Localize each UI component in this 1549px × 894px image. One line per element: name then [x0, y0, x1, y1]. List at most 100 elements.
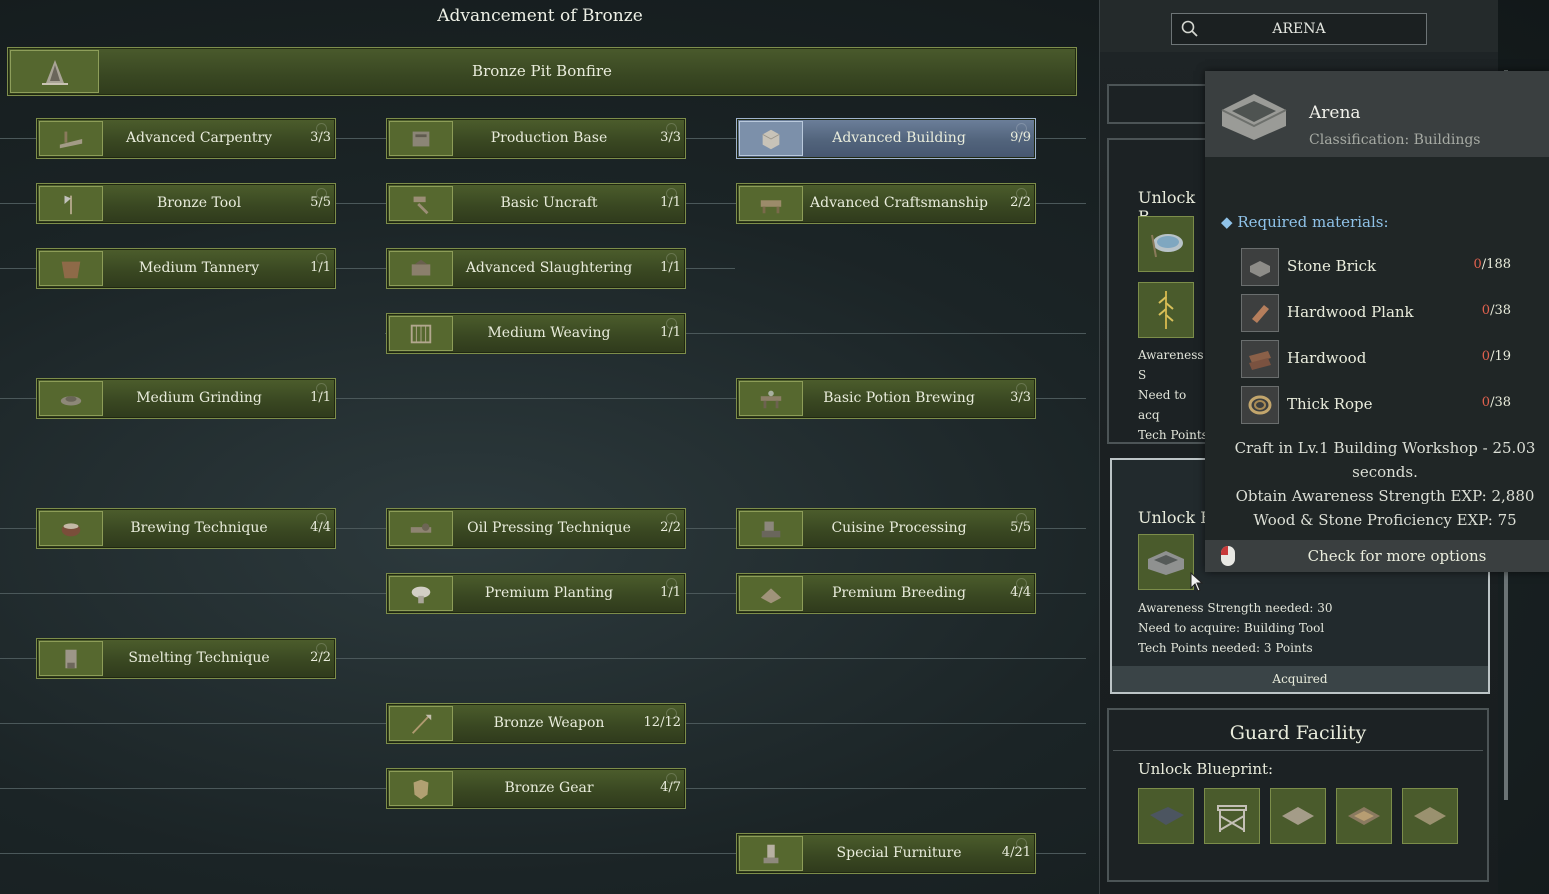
tech-node-bronze-gear[interactable]: Bronze Gear 4/7	[386, 768, 686, 809]
tech-node-label: Premium Planting	[484, 585, 614, 601]
tech-node-advanced-craftsmanship[interactable]: Advanced Craftsmanship 2/2	[736, 183, 1036, 224]
blueprint-icon[interactable]	[1336, 788, 1392, 844]
material-quantity: 0/19	[1481, 349, 1511, 364]
blueprint-icon[interactable]	[1138, 216, 1194, 272]
material-quantity: 0/38	[1481, 303, 1511, 318]
tech-node-label: Basic Potion Brewing	[823, 390, 975, 406]
tech-node-label: Advanced Building	[832, 130, 966, 146]
tech-node-label: Smelting Technique	[128, 650, 270, 666]
blueprint-icon[interactable]	[1402, 788, 1458, 844]
search-value: ARENA	[1272, 21, 1326, 37]
blueprint-icon[interactable]	[1138, 788, 1194, 844]
cuisine-icon	[739, 511, 803, 546]
tech-node-label: Oil Pressing Technique	[467, 520, 631, 536]
search-icon	[1172, 20, 1208, 38]
material-name: Thick Rope	[1287, 395, 1373, 413]
tech-node-label: Advanced Craftsmanship	[810, 195, 988, 211]
slaughter-icon	[389, 251, 453, 286]
tech-node-advanced-carpentry[interactable]: Advanced Carpentry 3/3	[36, 118, 336, 159]
tooltip-title: Arena	[1309, 103, 1361, 123]
material-row: Hardwood Plank 0/38	[1241, 293, 1521, 332]
more-options-bar[interactable]: Check for more options	[1205, 540, 1549, 572]
tech-node-count: 12/12	[643, 715, 681, 730]
tech-node-count: 9/9	[1010, 130, 1031, 145]
tech-node-count: 1/1	[660, 195, 681, 210]
loom-icon	[389, 316, 453, 351]
tech-node-premium-breeding[interactable]: Premium Breeding 4/4	[736, 573, 1036, 614]
tech-node-cuisine-processing[interactable]: Cuisine Processing 5/5	[736, 508, 1036, 549]
card-heading: Unlock B	[1138, 508, 1213, 527]
tech-node-medium-weaving[interactable]: Medium Weaving 1/1	[386, 313, 686, 354]
tech-node-count: 4/7	[660, 780, 681, 795]
bonfire-bar[interactable]: Bronze Pit Bonfire	[7, 47, 1077, 96]
tech-node-special-furniture[interactable]: Special Furniture 4/21	[736, 833, 1036, 874]
bonfire-label: Bronze Pit Bonfire	[472, 62, 612, 80]
tech-node-count: 4/21	[1001, 845, 1031, 860]
exp-line: Wood & Stone Proficiency EXP: 75	[1253, 511, 1517, 529]
tech-node-oil-pressing-technique[interactable]: Oil Pressing Technique 2/2	[386, 508, 686, 549]
tech-node-label: Medium Weaving	[487, 325, 611, 341]
rope-icon	[1241, 386, 1279, 424]
more-options-label: Check for more options	[1307, 547, 1487, 565]
material-quantity: 0/188	[1473, 257, 1511, 272]
tech-node-label: Production Base	[490, 130, 608, 146]
tech-node-count: 1/1	[660, 325, 681, 340]
tech-node-bronze-tool[interactable]: Bronze Tool 5/5	[36, 183, 336, 224]
search-input[interactable]: ARENA	[1171, 13, 1427, 45]
tech-node-advanced-slaughtering[interactable]: Advanced Slaughtering 1/1	[386, 248, 686, 289]
craft-line: seconds.	[1352, 463, 1418, 481]
tech-node-label: Special Furniture	[836, 845, 962, 861]
tech-node-count: 1/1	[660, 260, 681, 275]
tech-node-count: 4/4	[310, 520, 331, 535]
guard-facility-title: Guard Facility	[1229, 722, 1367, 744]
uncraft-icon	[389, 186, 453, 221]
result-card-guard[interactable]: Guard Facility Unlock Blueprint:	[1107, 708, 1489, 882]
tech-node-count: 2/2	[310, 650, 331, 665]
tech-node-medium-tannery[interactable]: Medium Tannery 1/1	[36, 248, 336, 289]
oil-press-icon	[389, 511, 453, 546]
tech-node-production-base[interactable]: Production Base 3/3	[386, 118, 686, 159]
tech-node-basic-potion-brewing[interactable]: Basic Potion Brewing 3/3	[736, 378, 1036, 419]
card-line: Awareness Strength needed: 30	[1138, 601, 1333, 615]
material-name: Hardwood	[1287, 349, 1367, 367]
tech-node-label: Cuisine Processing	[831, 520, 967, 536]
tech-node-label: Bronze Gear	[504, 780, 594, 796]
tech-node-count: 5/5	[310, 195, 331, 210]
tech-node-smelting-technique[interactable]: Smelting Technique 2/2	[36, 638, 336, 679]
tech-node-label: Medium Grinding	[136, 390, 262, 406]
tech-node-medium-grinding[interactable]: Medium Grinding 1/1	[36, 378, 336, 419]
spear-icon	[389, 706, 453, 741]
material-row: Hardwood 0/19	[1241, 339, 1521, 378]
arena-icon	[1213, 79, 1295, 149]
building-block-icon	[739, 121, 803, 156]
mouse-cursor-icon	[1190, 572, 1204, 592]
card-line: Need to acq	[1138, 388, 1187, 422]
tech-node-label: Advanced Slaughtering	[465, 260, 633, 276]
potion-icon	[739, 381, 803, 416]
page-title: Advancement of Bronze	[437, 6, 643, 26]
tech-node-count: 3/3	[310, 130, 331, 145]
exp-line: Obtain Awareness Strength EXP: 2,880	[1235, 487, 1535, 505]
material-name: Hardwood Plank	[1287, 303, 1414, 321]
arena-blueprint-icon[interactable]	[1138, 534, 1194, 590]
tech-node-premium-planting[interactable]: Premium Planting 1/1	[386, 573, 686, 614]
unlock-blueprint-label: Unlock Blueprint:	[1138, 760, 1274, 778]
tech-node-label: Premium Breeding	[832, 585, 966, 601]
blueprint-icon[interactable]	[1204, 788, 1260, 844]
result-card-first[interactable]: Unlock B Awareness S Need to acq Tech Po…	[1107, 138, 1211, 444]
tech-node-label: Basic Uncraft	[500, 195, 598, 211]
blueprint-icon[interactable]	[1138, 282, 1194, 338]
acquired-status: Acquired	[1112, 666, 1488, 692]
tech-node-basic-uncraft[interactable]: Basic Uncraft 1/1	[386, 183, 686, 224]
result-card-0[interactable]	[1107, 84, 1211, 124]
tech-node-count: 3/3	[1010, 390, 1031, 405]
mouse-icon	[1221, 546, 1235, 566]
tech-node-bronze-weapon[interactable]: Bronze Weapon 12/12	[386, 703, 686, 744]
workbench-icon	[739, 186, 803, 221]
card-line: Awareness S	[1138, 348, 1204, 382]
tech-node-advanced-building[interactable]: Advanced Building 9/9	[736, 118, 1036, 159]
tech-node-brewing-technique[interactable]: Brewing Technique 4/4	[36, 508, 336, 549]
craft-line: Craft in Lv.1 Building Workshop - 25.03	[1234, 439, 1536, 457]
blueprint-icon[interactable]	[1270, 788, 1326, 844]
breeding-icon	[739, 576, 803, 611]
